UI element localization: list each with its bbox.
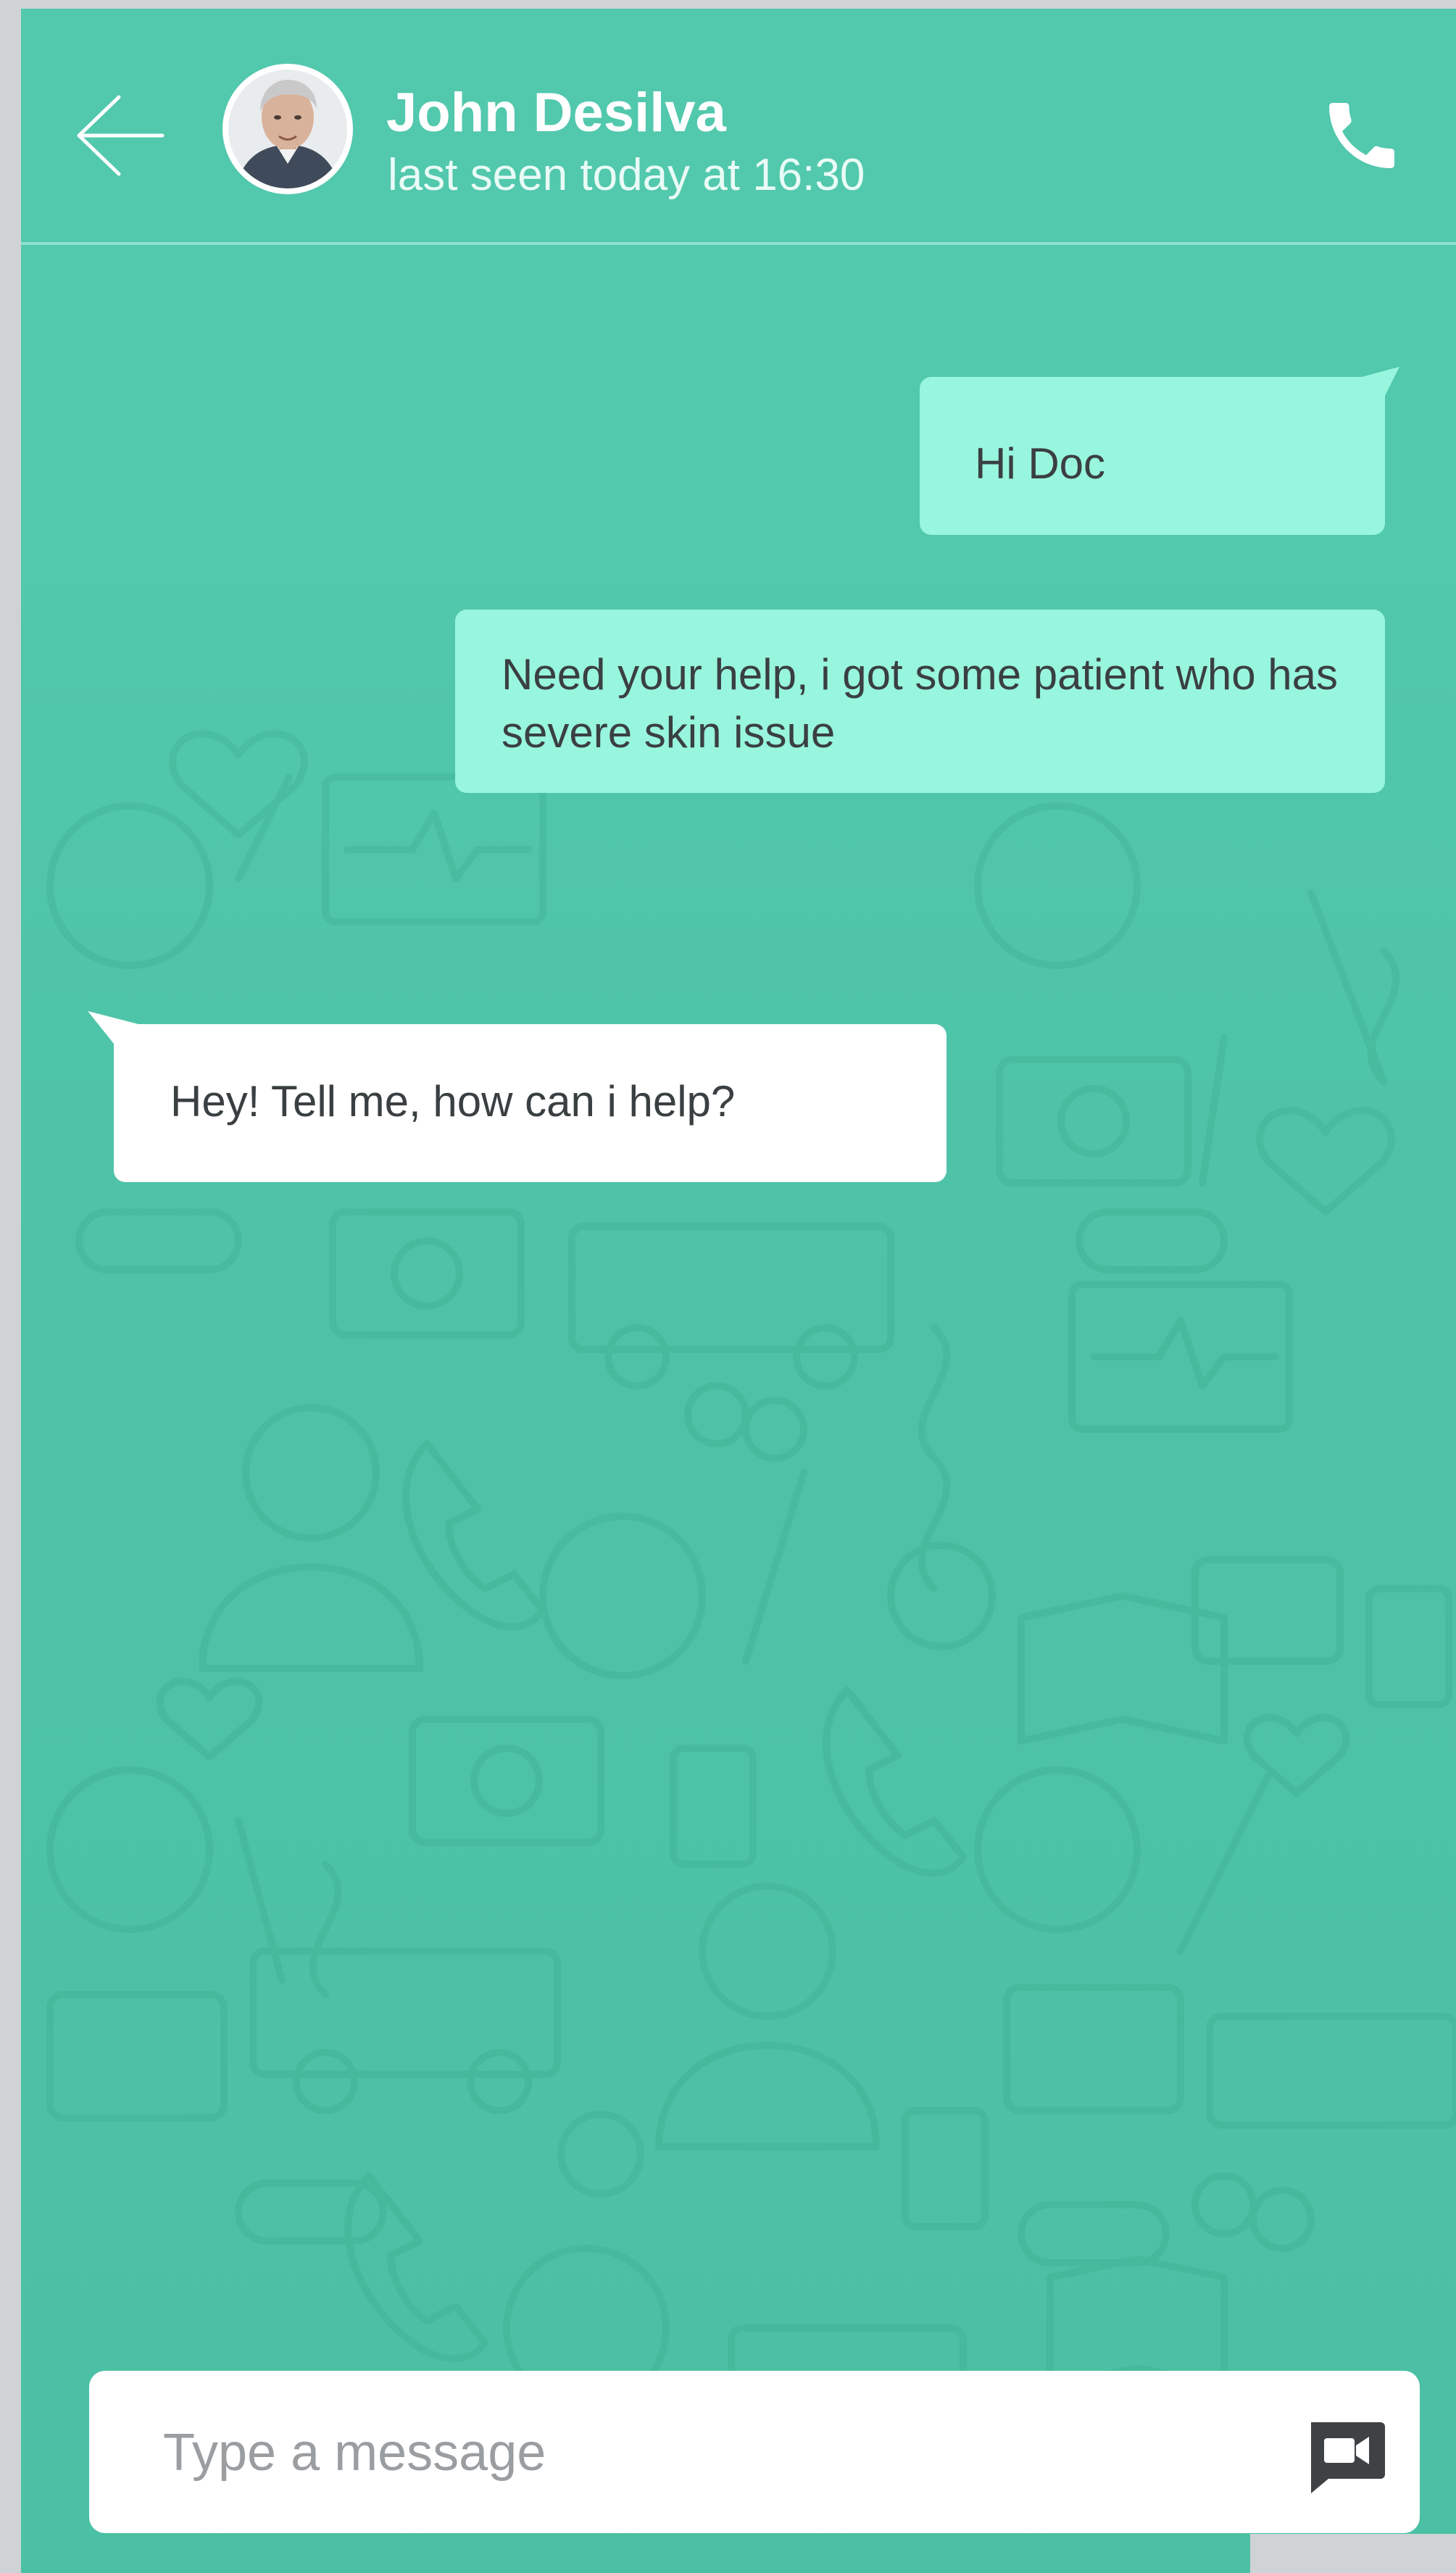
call-button[interactable]	[1318, 88, 1405, 183]
message-text: Need your help, i got some patient who h…	[502, 650, 1339, 757]
message-text: Hey! Tell me, how can i help?	[170, 1077, 736, 1126]
message-bubble-received[interactable]: Hey! Tell me, how can i help?	[114, 1024, 947, 1182]
chat-screen: John Desilva last seen today at 16:30 Hi…	[21, 9, 1456, 2573]
message-text: Hi Doc	[975, 439, 1106, 488]
frame-corner	[1250, 2534, 1456, 2573]
background-shade	[21, 516, 1456, 2573]
message-input[interactable]	[162, 2400, 1237, 2506]
message-composer	[89, 2371, 1420, 2533]
chat-header: John Desilva last seen today at 16:30	[21, 9, 1456, 245]
arrow-left-icon	[77, 95, 165, 176]
phone-icon	[1329, 103, 1394, 168]
avatar[interactable]	[222, 64, 353, 194]
last-seen-status: last seen today at 16:30	[388, 150, 865, 200]
message-bubble-sent[interactable]: Need your help, i got some patient who h…	[455, 610, 1385, 793]
header-divider	[21, 242, 1456, 245]
contact-photo	[228, 70, 347, 188]
video-call-icon	[1311, 2422, 1385, 2493]
contact-name[interactable]: John Desilva	[386, 81, 726, 144]
message-bubble-sent[interactable]: Hi Doc	[920, 377, 1385, 535]
back-button[interactable]	[72, 88, 166, 183]
video-call-button[interactable]	[1304, 2416, 1388, 2496]
